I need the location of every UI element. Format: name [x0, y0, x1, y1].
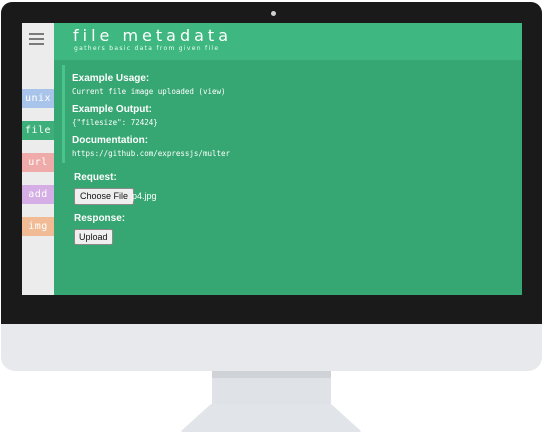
tab-unix[interactable]: unix	[22, 89, 54, 108]
usage-label: Example Usage:	[72, 73, 150, 84]
page-title: file metadata	[73, 26, 232, 45]
monitor-chin	[1, 324, 542, 371]
docs-link[interactable]: https://github.com/expressjs/multer	[72, 149, 230, 158]
usage-value: Current file image uploaded (view)	[72, 87, 226, 96]
output-value: {"filesize": 72424}	[72, 118, 158, 127]
info-panel: Example Usage: Current file image upload…	[62, 65, 522, 163]
app-header: file metadata gathers basic data from gi…	[54, 23, 522, 60]
docs-label: Documentation:	[72, 135, 149, 146]
choose-file-button[interactable]: Choose File	[74, 188, 135, 205]
response-label: Response:	[74, 213, 126, 224]
output-label: Example Output:	[72, 104, 153, 115]
app-screen: unix file url add img file metadata gath…	[22, 23, 522, 295]
request-label: Request:	[74, 172, 117, 183]
tab-add[interactable]: add	[22, 185, 54, 204]
main-content: Example Usage: Current file image upload…	[54, 60, 522, 295]
page-subtitle: gathers basic data from given file	[74, 45, 220, 52]
selected-file-name: p4.jpg	[132, 191, 157, 201]
tab-img[interactable]: img	[22, 217, 54, 236]
tab-url[interactable]: url	[22, 153, 54, 172]
tab-file[interactable]: file	[22, 121, 54, 140]
webcam-dot	[271, 11, 276, 16]
upload-button[interactable]: Upload	[74, 229, 113, 245]
monitor-stand-base	[180, 404, 362, 432]
hamburger-menu-icon[interactable]	[29, 33, 44, 47]
monitor-stand-joint	[212, 371, 331, 378]
sidebar: unix file url add img	[22, 23, 54, 295]
